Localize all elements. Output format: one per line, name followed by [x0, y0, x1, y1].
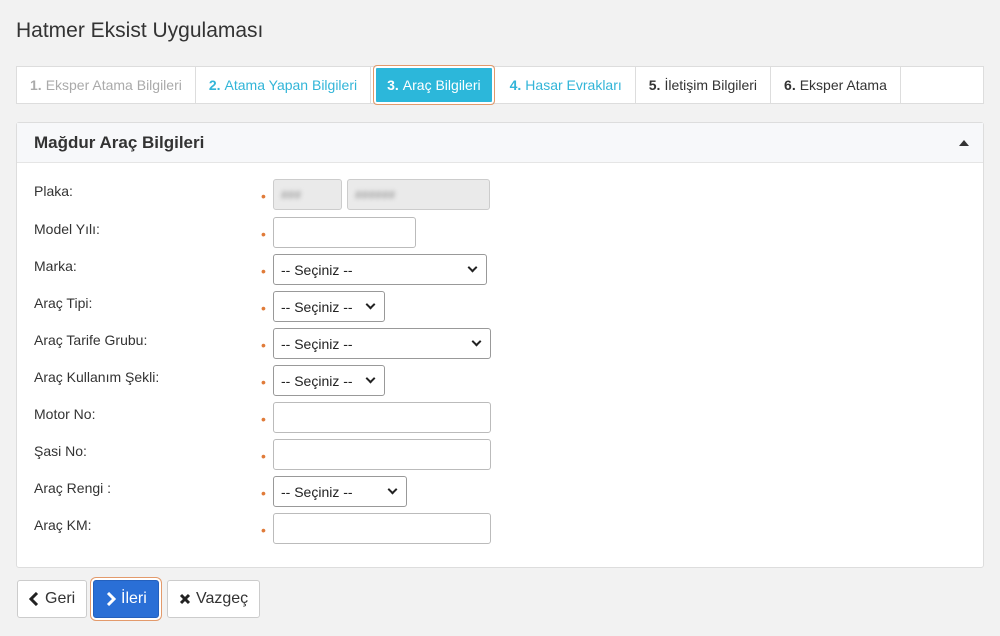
- field-label: Araç KM:: [34, 517, 92, 533]
- field-label: Araç Kullanım Şekli:: [34, 369, 160, 385]
- step-number: 5.: [648, 77, 661, 93]
- plate-number-value: ######: [355, 187, 396, 202]
- field-label: Model Yılı:: [34, 221, 100, 237]
- required-marker: •: [261, 188, 266, 204]
- step-label: Araç Bilgileri: [402, 77, 481, 93]
- step-number: 6.: [784, 77, 796, 93]
- next-button-label: İleri: [121, 590, 147, 607]
- step-label: Eksper Atama: [799, 77, 887, 93]
- select-value: -- Seçiniz --: [281, 483, 353, 500]
- select-value: -- Seçiniz --: [281, 298, 353, 315]
- required-marker: •: [261, 337, 266, 353]
- vehicle-type-select[interactable]: -- Seçiniz --: [273, 291, 385, 322]
- chevron-right-icon: [105, 592, 116, 606]
- step-label: Eksper Atama Bilgileri: [45, 77, 182, 93]
- required-marker: •: [261, 300, 266, 316]
- step-number: 3.: [387, 77, 399, 93]
- step-arac-bilgileri[interactable]: 3. Araç Bilgileri: [373, 65, 495, 105]
- step-atama-yapan-bilgileri[interactable]: 2. Atama Yapan Bilgileri: [196, 67, 372, 103]
- required-marker: •: [261, 485, 266, 501]
- caret-up-icon[interactable]: [959, 139, 969, 146]
- plate-city-field: ###: [273, 179, 342, 210]
- step-iletisim-bilgileri[interactable]: 5. İletişim Bilgileri: [636, 67, 772, 103]
- color-select[interactable]: -- Seçiniz --: [273, 476, 407, 507]
- close-icon: [179, 593, 191, 605]
- form-row-arac-tipi: Araç Tipi: • -- Seçiniz --: [34, 291, 964, 326]
- step-number: 2.: [208, 77, 221, 93]
- form-row-tarife-grubu: Araç Tarife Grubu: • -- Seçiniz --: [34, 328, 964, 363]
- form-row-marka: Marka: • -- Seçiniz --: [34, 254, 964, 289]
- field-label: Plaka:: [34, 183, 73, 199]
- field-label: Araç Tipi:: [34, 295, 93, 311]
- field-label: Araç Rengi :: [34, 480, 112, 496]
- next-button[interactable]: İleri: [93, 580, 159, 618]
- chevron-down-icon: [471, 336, 482, 347]
- tariff-group-select[interactable]: -- Seçiniz --: [273, 328, 491, 359]
- step-number: 4.: [509, 77, 522, 93]
- form-row-sasi-no: Şasi No: •: [34, 439, 964, 474]
- chevron-left-icon: [29, 592, 40, 606]
- required-marker: •: [261, 226, 266, 242]
- panel-title: Mağdur Araç Bilgileri: [34, 132, 205, 152]
- field-label: Motor No:: [34, 406, 96, 422]
- chevron-down-icon: [365, 373, 376, 384]
- app-title: Hatmer Eksist Uygulaması: [16, 19, 264, 42]
- engine-number-input[interactable]: [273, 402, 491, 433]
- usage-type-select[interactable]: -- Seçiniz --: [273, 365, 385, 396]
- cancel-button-label: Vazgeç: [196, 590, 249, 607]
- cancel-button[interactable]: Vazgeç: [167, 580, 261, 618]
- chevron-down-icon: [387, 484, 398, 495]
- step-number: 1.: [30, 77, 42, 93]
- km-input[interactable]: [273, 513, 491, 544]
- select-value: -- Seçiniz --: [281, 261, 353, 278]
- required-marker: •: [261, 522, 266, 538]
- step-eksper-atama-bilgileri[interactable]: 1. Eksper Atama Bilgileri: [17, 67, 196, 103]
- step-label: İletişim Bilgileri: [664, 77, 758, 93]
- field-label: Marka:: [34, 258, 77, 274]
- brand-select[interactable]: -- Seçiniz --: [273, 254, 487, 285]
- wizard-steps: 1. Eksper Atama Bilgileri 2. Atama Yapan…: [16, 65, 984, 105]
- step-hasar-evraklari[interactable]: 4. Hasar Evrakları: [497, 67, 636, 103]
- form-row-motor-no: Motor No: •: [34, 402, 964, 437]
- vehicle-info-panel: Mağdur Araç Bilgileri Plaka: • ### #####…: [16, 122, 984, 568]
- chassis-number-input[interactable]: [273, 439, 491, 470]
- form-row-km: Araç KM: •: [34, 513, 964, 548]
- chevron-down-icon: [365, 299, 376, 310]
- panel-header: Mağdur Araç Bilgileri: [17, 123, 983, 163]
- plate-city-value: ###: [281, 187, 302, 202]
- chevron-down-icon: [467, 262, 478, 273]
- back-button[interactable]: Geri: [17, 580, 88, 618]
- form-row-model-yili: Model Yılı: •: [34, 217, 964, 252]
- form-row-kullanim-sekli: Araç Kullanım Şekli: • -- Seçiniz --: [34, 365, 964, 400]
- step-label: Atama Yapan Bilgileri: [224, 77, 358, 93]
- select-value: -- Seçiniz --: [281, 335, 353, 352]
- field-label: Şasi No:: [34, 443, 87, 459]
- required-marker: •: [261, 374, 266, 390]
- select-value: -- Seçiniz --: [281, 372, 353, 389]
- required-marker: •: [261, 263, 266, 279]
- required-marker: •: [261, 448, 266, 464]
- field-label: Araç Tarife Grubu:: [34, 332, 148, 348]
- plate-number-field: ######: [347, 179, 490, 210]
- form-row-plaka: Plaka: • ### ######: [34, 179, 964, 214]
- model-year-input[interactable]: [273, 217, 416, 248]
- form-row-renk: Araç Rengi : • -- Seçiniz --: [34, 476, 964, 511]
- step-eksper-atama[interactable]: 6. Eksper Atama: [771, 67, 901, 103]
- step-label: Hasar Evrakları: [525, 77, 622, 93]
- required-marker: •: [261, 411, 266, 427]
- back-button-label: Geri: [45, 590, 76, 607]
